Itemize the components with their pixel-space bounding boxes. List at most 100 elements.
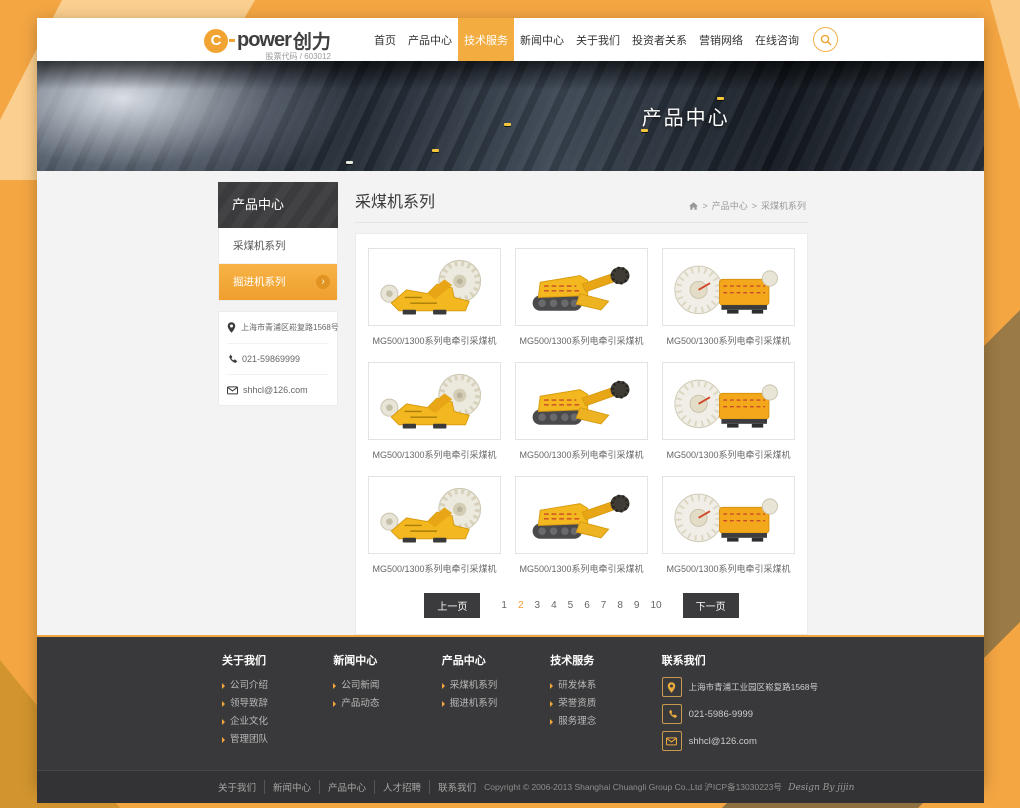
search-button[interactable]: [813, 27, 838, 52]
footer-link[interactable]: 采煤机系列: [442, 677, 546, 695]
footer-link[interactable]: 企业文化: [222, 713, 329, 731]
sidebar-email[interactable]: shhcl@126.com: [243, 385, 308, 395]
footer-col-about: 关于我们 公司介绍 领导致辞 企业文化 管理团队: [218, 652, 329, 758]
footer-link[interactable]: 产品动态: [333, 695, 437, 713]
sidebar-menu: 采煤机系列 掘进机系列 ›: [218, 228, 338, 301]
footer-col-title: 产品中心: [442, 652, 546, 668]
footer-link[interactable]: 管理团队: [222, 731, 329, 749]
sidebar-phone-row: 021-59869999: [227, 344, 329, 375]
footer-link[interactable]: 公司介绍: [222, 677, 329, 695]
footer-bottom-link-news[interactable]: 新闻中心: [265, 780, 320, 794]
product-image[interactable]: [662, 248, 795, 326]
footer-link-label: 企业文化: [230, 713, 268, 731]
product-caption[interactable]: MG500/1300系列电牵引采煤机: [368, 562, 501, 575]
nav-item-online-consult[interactable]: 在线咨询: [749, 18, 805, 61]
nav-item-marketing[interactable]: 营销网络: [693, 18, 749, 61]
nav-item-tech-service[interactable]: 技术服务: [458, 18, 514, 61]
location-pin-icon: [662, 677, 682, 697]
content-area: 产品中心 采煤机系列 掘进机系列 › 上海市青浦区崧复路1568号: [37, 171, 984, 635]
footer-bottom-link-products[interactable]: 产品中心: [320, 780, 375, 794]
pagination-page-1[interactable]: 1: [499, 598, 509, 613]
pagination-page-8[interactable]: 8: [615, 598, 625, 613]
footer-col-title: 联系我们: [662, 652, 818, 668]
nav-item-home[interactable]: 首页: [368, 18, 402, 61]
product-card: MG500/1300系列电牵引采煤机: [515, 362, 648, 461]
footer-bottom-link-about[interactable]: 关于我们: [218, 780, 265, 794]
footer-link-label: 掘进机系列: [450, 695, 498, 713]
header: C power 创力 股票代码 / 603012 首页 产品中心 技术服务 新闻…: [37, 18, 984, 61]
product-image[interactable]: [515, 248, 648, 326]
sidebar-email-row: shhcl@126.com: [227, 375, 329, 405]
footer-col-title: 技术服务: [550, 652, 657, 668]
footer-link-label: 研发体系: [558, 677, 596, 695]
footer-link-label: 领导致辞: [230, 695, 268, 713]
product-caption[interactable]: MG500/1300系列电牵引采煤机: [515, 334, 648, 347]
product-image[interactable]: [515, 476, 648, 554]
product-card: MG500/1300系列电牵引采煤机: [662, 248, 795, 347]
product-card: MG500/1300系列电牵引采煤机: [368, 362, 501, 461]
phone-icon: [662, 704, 682, 724]
pagination-page-5[interactable]: 5: [566, 598, 576, 613]
sidebar-address-row: 上海市青浦区崧复路1568号: [227, 312, 329, 344]
product-caption[interactable]: MG500/1300系列电牵引采煤机: [515, 448, 648, 461]
product-card: MG500/1300系列电牵引采煤机: [368, 476, 501, 575]
footer-email-row: shhcl@126.com: [662, 731, 818, 751]
footer-col-products: 产品中心 采煤机系列 掘进机系列: [438, 652, 546, 758]
sidebar-item-roadheader-series[interactable]: 掘进机系列 ›: [219, 264, 337, 300]
footer-link-label: 荣誉资质: [558, 695, 596, 713]
product-caption[interactable]: MG500/1300系列电牵引采煤机: [662, 562, 795, 575]
home-icon[interactable]: [689, 202, 698, 210]
product-caption[interactable]: MG500/1300系列电牵引采煤机: [515, 562, 648, 575]
footer-link[interactable]: 领导致辞: [222, 695, 329, 713]
footer-col-contact: 联系我们 上海市青浦工业园区崧复路1568号 021-5986-9999 shh…: [658, 652, 818, 758]
pagination-page-6[interactable]: 6: [582, 598, 592, 613]
nav-item-products[interactable]: 产品中心: [402, 18, 458, 61]
nav-item-news[interactable]: 新闻中心: [514, 18, 570, 61]
footer-link[interactable]: 掘进机系列: [442, 695, 546, 713]
breadcrumb-products[interactable]: 产品中心: [712, 199, 748, 212]
product-image[interactable]: [662, 362, 795, 440]
pagination-page-2-current[interactable]: 2: [516, 598, 526, 613]
footer-address-row: 上海市青浦工业园区崧复路1568号: [662, 677, 818, 697]
footer-link[interactable]: 公司新闻: [333, 677, 437, 695]
pagination-page-10[interactable]: 10: [648, 598, 663, 613]
copyright-text: Copyright © 2006-2013 Shanghai Chuangli …: [484, 782, 782, 792]
product-caption[interactable]: MG500/1300系列电牵引采煤机: [662, 448, 795, 461]
nav-item-investor[interactable]: 投资者关系: [626, 18, 693, 61]
sidebar-item-label: 掘进机系列: [233, 276, 286, 288]
pagination-page-3[interactable]: 3: [533, 598, 543, 613]
footer-email[interactable]: shhcl@126.com: [689, 736, 757, 747]
hero-banner: 产品中心: [37, 61, 984, 171]
mining-truck-icon: [717, 97, 724, 100]
footer-link[interactable]: 研发体系: [550, 677, 657, 695]
brand-logo[interactable]: C power 创力 股票代码 / 603012: [204, 18, 331, 61]
product-caption[interactable]: MG500/1300系列电牵引采煤机: [368, 448, 501, 461]
footer-bottom-link-careers[interactable]: 人才招聘: [375, 780, 430, 794]
product-image[interactable]: [515, 362, 648, 440]
pagination-page-9[interactable]: 9: [632, 598, 642, 613]
pagination-next-button[interactable]: 下一页: [683, 593, 739, 618]
mining-truck-icon: [346, 161, 353, 164]
arrow-bullet-icon: [222, 719, 225, 725]
nav-item-about[interactable]: 关于我们: [570, 18, 626, 61]
product-caption[interactable]: MG500/1300系列电牵引采煤机: [368, 334, 501, 347]
pagination-prev-button[interactable]: 上一页: [424, 593, 480, 618]
pagination-page-7[interactable]: 7: [599, 598, 609, 613]
design-credit: Design By jijin: [788, 783, 854, 793]
footer-col-title: 关于我们: [222, 652, 329, 668]
pagination-page-4[interactable]: 4: [549, 598, 559, 613]
page-title: 采煤机系列: [355, 188, 435, 212]
product-image[interactable]: [662, 476, 795, 554]
main-column: 采煤机系列 > 产品中心 > 采煤机系列: [355, 182, 808, 635]
product-image[interactable]: [368, 362, 501, 440]
footer-bottom-link-contact[interactable]: 联系我们: [430, 780, 484, 794]
footer-link[interactable]: 服务理念: [550, 713, 657, 731]
product-image[interactable]: [368, 476, 501, 554]
sidebar-item-shearer-series[interactable]: 采煤机系列: [219, 228, 337, 264]
arrow-bullet-icon: [550, 683, 553, 689]
products-panel: MG500/1300系列电牵引采煤机 MG500/1300系列电牵引采煤机: [355, 233, 808, 635]
product-image[interactable]: [368, 248, 501, 326]
product-caption[interactable]: MG500/1300系列电牵引采煤机: [662, 334, 795, 347]
footer-link[interactable]: 荣誉资质: [550, 695, 657, 713]
arrow-bullet-icon: [333, 683, 336, 689]
